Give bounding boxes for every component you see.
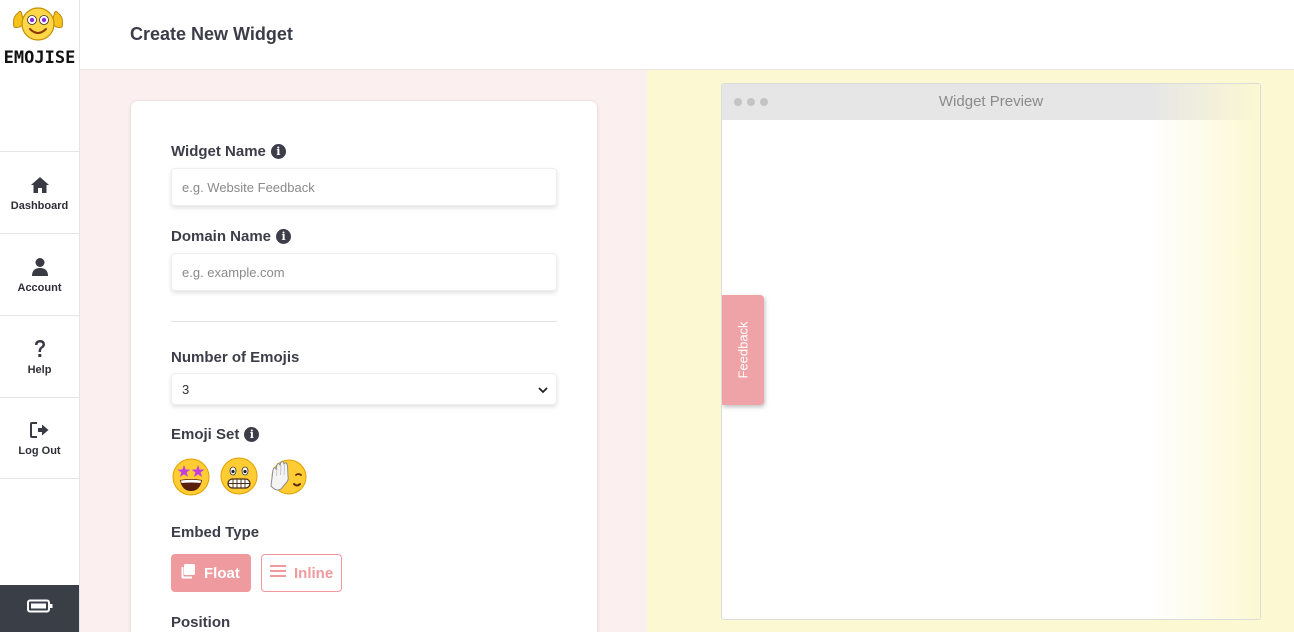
- widget-preview-window: Widget Preview Feedback: [721, 83, 1261, 620]
- embed-type-label: Embed Type: [171, 524, 259, 541]
- embed-float-button[interactable]: Float: [171, 554, 251, 592]
- widget-name-label-text: Widget Name: [171, 143, 266, 160]
- page-title: Create New Widget: [130, 24, 293, 44]
- emoji-set-label-text: Emoji Set: [171, 426, 240, 443]
- sidebar-item-help[interactable]: Help: [0, 315, 79, 397]
- domain-name-label: Domain Name i: [171, 228, 292, 245]
- position-label: Position: [171, 614, 230, 631]
- grimacing-emoji-icon[interactable]: [219, 456, 259, 496]
- logout-icon: [29, 419, 51, 441]
- sidebar: EMOJISE Dashboard Account Help Log Out: [0, 0, 80, 632]
- chevron-down-icon: [538, 382, 548, 397]
- sidebar-item-dashboard[interactable]: Dashboard: [0, 151, 79, 233]
- emoji-logo-icon: [13, 7, 63, 41]
- feedback-tab[interactable]: Feedback: [722, 295, 764, 405]
- sidebar-item-label: Account: [17, 281, 62, 294]
- embed-float-label: Float: [204, 564, 240, 582]
- emoji-set-label: Emoji Set i: [171, 426, 260, 443]
- sidebar-nav: Dashboard Account Help Log Out: [0, 151, 79, 479]
- feedback-label: Feedback: [735, 321, 751, 379]
- page-header: Create New Widget: [80, 0, 1294, 70]
- num-emojis-label-text: Number of Emojis: [171, 349, 300, 366]
- embed-type-toggle: Float Inline: [171, 554, 342, 592]
- info-icon[interactable]: i: [270, 144, 286, 159]
- info-icon[interactable]: i: [276, 229, 292, 244]
- form-divider: [171, 321, 557, 322]
- widget-name-label: Widget Name i: [171, 143, 286, 160]
- num-emojis-value: 3: [182, 381, 190, 397]
- question-icon: [29, 338, 51, 360]
- user-icon: [29, 256, 51, 278]
- facepalm-emoji-icon[interactable]: [267, 456, 307, 496]
- sidebar-item-account[interactable]: Account: [0, 233, 79, 315]
- widget-name-input[interactable]: [171, 168, 557, 206]
- sidebar-item-label: Log Out: [18, 445, 61, 457]
- position-label-text: Position: [171, 614, 231, 631]
- num-emojis-label: Number of Emojis: [171, 349, 299, 366]
- brand-logo[interactable]: EMOJISE: [0, 0, 79, 70]
- lines-icon: [270, 564, 286, 582]
- star-struck-emoji-icon[interactable]: [171, 456, 211, 496]
- sidebar-footer-button[interactable]: [0, 585, 79, 632]
- brand-name: EMOJISE: [3, 48, 76, 68]
- sidebar-item-label: Dashboard: [10, 199, 69, 212]
- preview-fade-overlay: [1151, 84, 1260, 619]
- embed-inline-button[interactable]: Inline: [261, 554, 342, 592]
- copy-icon: [180, 563, 196, 583]
- sidebar-item-label: Help: [27, 363, 52, 376]
- form-panel: Widget Name i Domain Name i Number of Em…: [80, 70, 647, 632]
- preview-panel: Widget Preview Feedback: [647, 70, 1294, 632]
- preview-title: Widget Preview: [938, 93, 1044, 110]
- embed-inline-label: Inline: [294, 564, 334, 582]
- battery-icon: [26, 599, 53, 618]
- preview-title-bar: Widget Preview: [722, 84, 1260, 120]
- widget-form-card: Widget Name i Domain Name i Number of Em…: [130, 100, 598, 632]
- info-icon[interactable]: i: [244, 427, 260, 442]
- num-emojis-select[interactable]: 3: [171, 373, 557, 405]
- embed-type-label-text: Embed Type: [171, 524, 260, 541]
- home-icon: [29, 174, 51, 196]
- domain-name-label-text: Domain Name: [171, 228, 272, 245]
- domain-name-input[interactable]: [171, 253, 557, 291]
- sidebar-item-logout[interactable]: Log Out: [0, 397, 79, 479]
- emoji-set-picker: [171, 456, 307, 496]
